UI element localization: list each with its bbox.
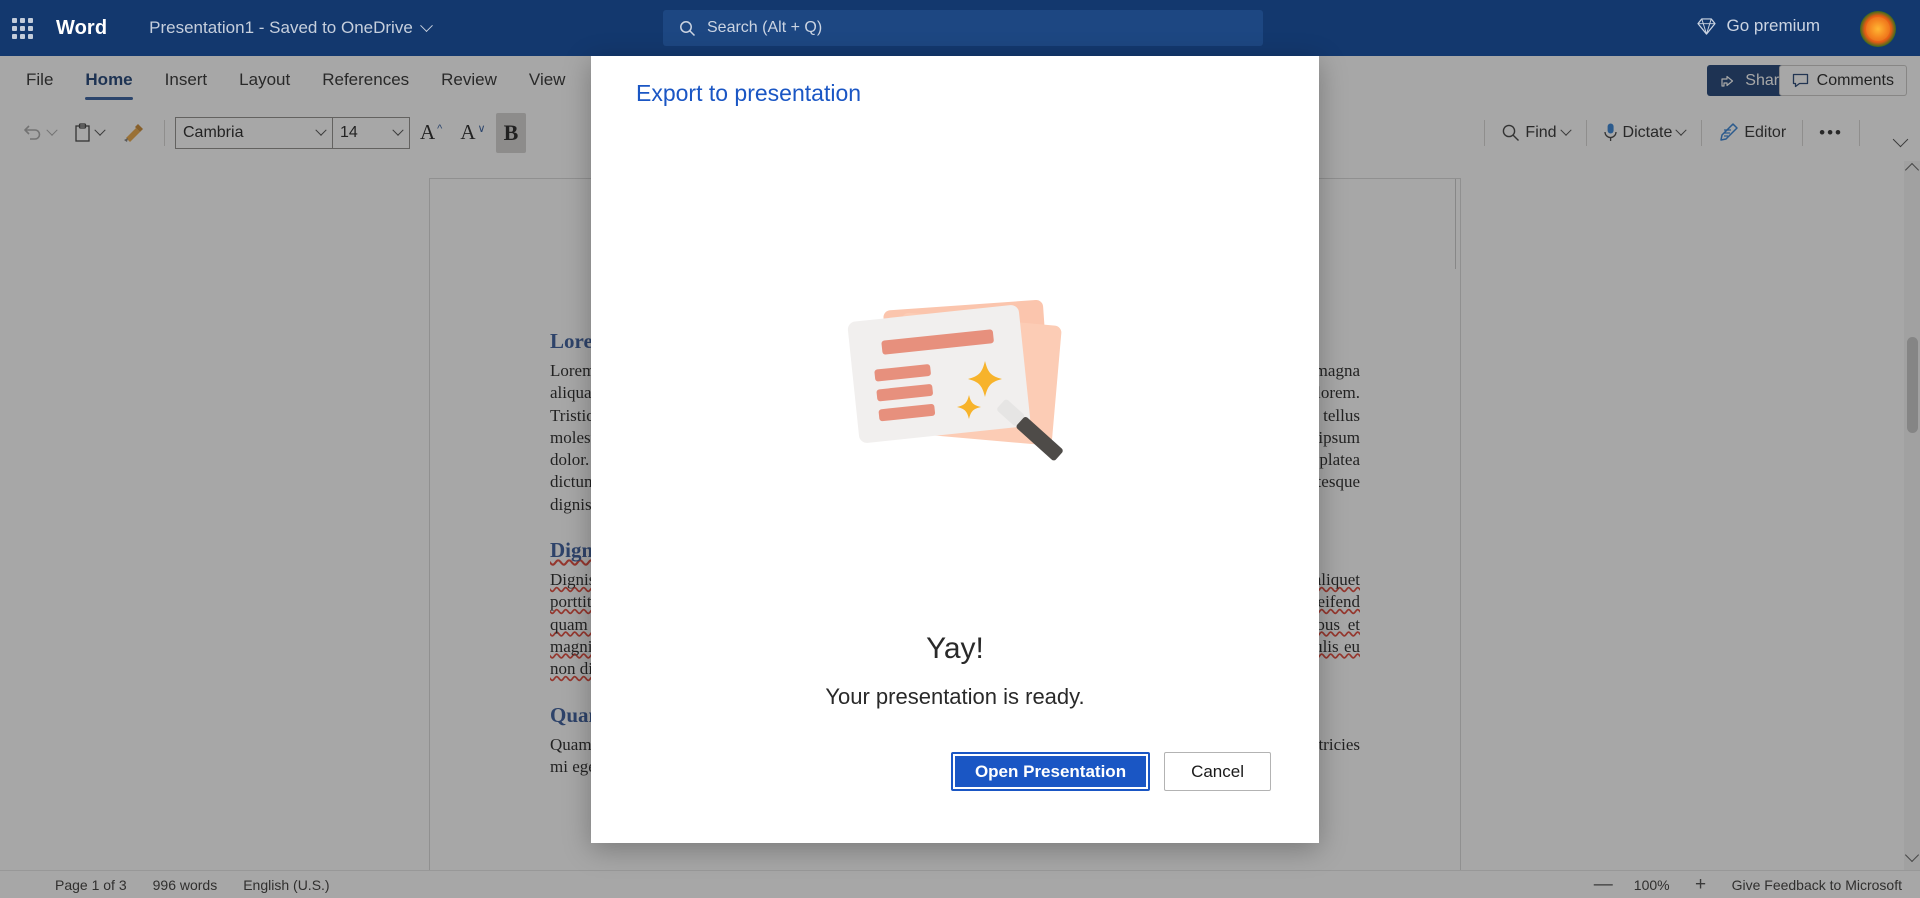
dialog-headline: Yay! xyxy=(926,632,984,665)
go-premium-label: Go premium xyxy=(1726,16,1820,35)
presentation-slide-magic-wand-illustration xyxy=(591,281,1319,481)
avatar[interactable] xyxy=(1860,11,1896,47)
search-placeholder: Search (Alt + Q) xyxy=(707,19,823,36)
dialog-subtext: Your presentation is ready. xyxy=(825,684,1085,709)
document-title-menu[interactable]: Presentation1 - Saved to OneDrive xyxy=(149,18,433,38)
word-web-app: Word Presentation1 - Saved to OneDrive S… xyxy=(0,0,1920,898)
cancel-button[interactable]: Cancel xyxy=(1164,752,1271,791)
dialog-title: Export to presentation xyxy=(636,80,862,106)
search-icon xyxy=(680,20,696,36)
chevron-down-icon xyxy=(419,18,433,32)
app-name: Word xyxy=(56,16,108,39)
go-premium-button[interactable]: Go premium xyxy=(1697,16,1820,36)
dialog-actions: Open Presentation Cancel xyxy=(950,752,1271,791)
export-to-presentation-dialog: Export to presentation Yay! Your present… xyxy=(591,56,1319,843)
app-launcher-icon[interactable] xyxy=(0,0,44,56)
title-bar: Word Presentation1 - Saved to OneDrive S… xyxy=(0,0,1920,56)
open-presentation-button[interactable]: Open Presentation xyxy=(950,752,1151,791)
diamond-icon xyxy=(1697,17,1717,35)
illustration-svg xyxy=(847,300,1063,461)
search-input[interactable]: Search (Alt + Q) xyxy=(663,10,1263,46)
document-title-label: Presentation1 - Saved to OneDrive xyxy=(149,18,413,37)
